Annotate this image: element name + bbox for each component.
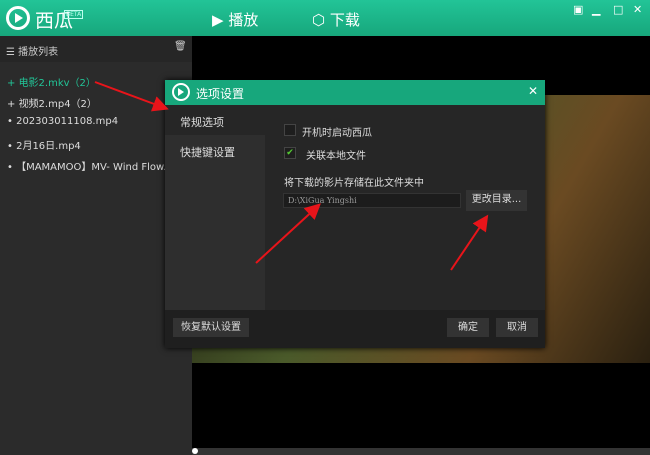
arrow-to-folder-input: [255, 203, 321, 264]
arrow-to-change-dir: [450, 214, 489, 271]
arrow-to-general-tab: [94, 81, 169, 112]
annotation-arrows: [94, 81, 489, 271]
